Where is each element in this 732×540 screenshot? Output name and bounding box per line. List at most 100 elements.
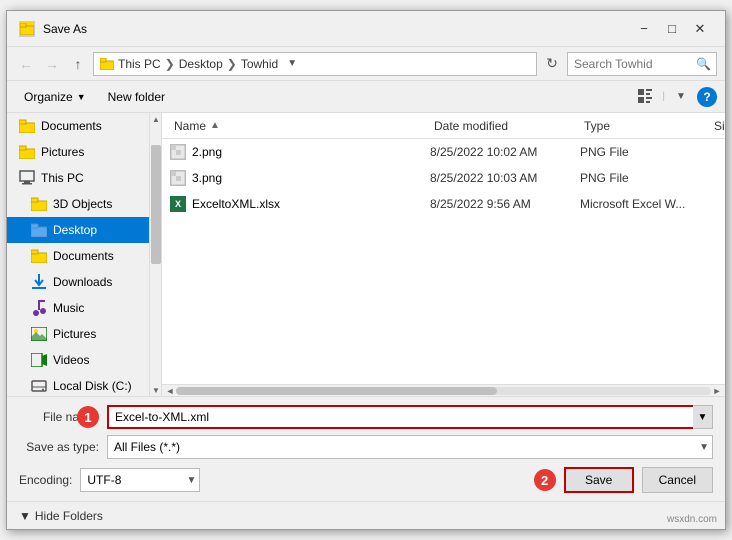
badge-1: 1 bbox=[77, 406, 99, 428]
organize-button[interactable]: Organize ▼ bbox=[15, 86, 95, 108]
video-icon bbox=[31, 352, 47, 368]
nav-bar: ← → ↑ This PC ❯ Desktop ❯ Towhid ▼ ↻ 🔍 bbox=[7, 47, 725, 81]
hide-folders-label: Hide Folders bbox=[35, 509, 103, 523]
drive-icon bbox=[31, 378, 47, 394]
scroll-thumb[interactable] bbox=[151, 145, 161, 264]
pictures-icon bbox=[31, 326, 47, 342]
file-name: 2.png bbox=[170, 144, 430, 160]
encoding-label: Encoding: bbox=[19, 473, 72, 487]
sidebar-item-thispc[interactable]: This PC bbox=[7, 165, 149, 191]
scroll-right-button[interactable]: ► bbox=[711, 385, 723, 397]
table-row[interactable]: 3.png 8/25/2022 10:03 AM PNG File bbox=[162, 165, 725, 191]
filename-input[interactable] bbox=[107, 405, 713, 429]
file-list-header: Name ▲ Date modified Type Size bbox=[162, 113, 725, 139]
file-name: 3.png bbox=[170, 170, 430, 186]
close-button[interactable]: ✕ bbox=[687, 19, 713, 39]
sidebar-item-desktop[interactable]: Desktop bbox=[7, 217, 149, 243]
png-file-icon bbox=[170, 144, 186, 160]
breadcrumb-towhid[interactable]: Towhid bbox=[241, 57, 278, 71]
scrollbar-track[interactable] bbox=[176, 387, 711, 395]
sidebar-item-pictures2[interactable]: Pictures bbox=[7, 321, 149, 347]
watermark: wsxdn.com bbox=[667, 514, 717, 525]
cancel-button[interactable]: Cancel bbox=[642, 467, 713, 493]
sidebar-item-documents[interactable]: Documents bbox=[7, 113, 149, 139]
file-date: 8/25/2022 10:02 AM bbox=[430, 145, 580, 159]
toolbar: Organize ▼ New folder | ▼ ? bbox=[7, 81, 725, 113]
maximize-button[interactable]: □ bbox=[659, 19, 685, 39]
file-date: 8/25/2022 10:03 AM bbox=[430, 171, 580, 185]
sidebar-item-music[interactable]: Music bbox=[7, 295, 149, 321]
sidebar-label: 3D Objects bbox=[53, 197, 112, 211]
scroll-down-button[interactable]: ▼ bbox=[150, 384, 162, 396]
sidebar-label: Music bbox=[53, 301, 84, 315]
view-dropdown-button[interactable]: ▼ bbox=[669, 85, 693, 109]
hide-folders-button[interactable]: ▼ Hide Folders bbox=[19, 509, 103, 523]
title-bar-left: Save As bbox=[19, 21, 87, 37]
help-button[interactable]: ? bbox=[697, 87, 717, 107]
music-icon bbox=[31, 300, 47, 316]
sidebar-container: Documents Pictures bbox=[7, 113, 162, 396]
sidebar-label: Downloads bbox=[53, 275, 112, 289]
main-content: Documents Pictures bbox=[7, 113, 725, 396]
toolbar-right: | ▼ ? bbox=[634, 85, 717, 109]
download-icon bbox=[31, 274, 47, 290]
scroll-left-button[interactable]: ◄ bbox=[164, 385, 176, 397]
sidebar-item-documents2[interactable]: Documents bbox=[7, 243, 149, 269]
encoding-select-wrapper: UTF-8 ▼ bbox=[80, 468, 200, 492]
refresh-button[interactable]: ↻ bbox=[541, 53, 563, 75]
minimize-button[interactable]: − bbox=[631, 19, 657, 39]
actions-row: Encoding: UTF-8 ▼ 2 Save Cancel bbox=[19, 467, 713, 493]
breadcrumb-desktop[interactable]: Desktop bbox=[179, 57, 223, 71]
table-row[interactable]: X ExceltoXML.xlsx 8/25/2022 9:56 AM Micr… bbox=[162, 191, 725, 217]
sidebar-label: Pictures bbox=[53, 327, 96, 341]
column-header-type[interactable]: Type bbox=[580, 119, 710, 133]
view-separator: | bbox=[662, 91, 665, 102]
up-button[interactable]: ↑ bbox=[67, 53, 89, 75]
filename-dropdown-button[interactable]: ▼ bbox=[693, 405, 713, 429]
savetype-select-wrapper: All Files (*.*) ▼ bbox=[107, 435, 713, 459]
column-header-size[interactable]: Size bbox=[710, 119, 725, 133]
save-button[interactable]: Save bbox=[564, 467, 634, 493]
savetype-select[interactable]: All Files (*.*) bbox=[107, 435, 713, 459]
search-input[interactable] bbox=[567, 52, 717, 76]
file-date: 8/25/2022 9:56 AM bbox=[430, 197, 580, 211]
forward-button[interactable]: → bbox=[41, 53, 63, 75]
filename-input-wrapper: ▼ 1 bbox=[107, 405, 713, 429]
breadcrumb-thispc[interactable]: This PC bbox=[118, 57, 161, 71]
sidebar-label: Documents bbox=[41, 119, 102, 133]
sort-icon: ▲ bbox=[210, 120, 220, 131]
back-button[interactable]: ← bbox=[15, 53, 37, 75]
sidebar-item-3dobjects[interactable]: 3D Objects bbox=[7, 191, 149, 217]
file-list: 2.png 8/25/2022 10:02 AM PNG File bbox=[162, 139, 725, 384]
dialog-title: Save As bbox=[43, 22, 87, 36]
folder-icon bbox=[31, 248, 47, 264]
bottom-section: File name: ▼ 1 Save as type: All Files (… bbox=[7, 396, 725, 501]
sidebar-item-localdisk[interactable]: Local Disk (C:) bbox=[7, 373, 149, 396]
column-header-name[interactable]: Name ▲ bbox=[170, 119, 430, 133]
new-folder-button[interactable]: New folder bbox=[99, 86, 174, 108]
view-button[interactable] bbox=[634, 85, 658, 109]
sidebar-label: Local Disk (C:) bbox=[53, 379, 132, 393]
address-bar[interactable]: This PC ❯ Desktop ❯ Towhid ▼ bbox=[93, 52, 537, 76]
sidebar-item-downloads[interactable]: Downloads bbox=[7, 269, 149, 295]
sidebar-scrollbar[interactable]: ▲ ▼ bbox=[149, 113, 161, 396]
sidebar: Documents Pictures bbox=[7, 113, 149, 396]
sidebar-label: Desktop bbox=[53, 223, 97, 237]
folder-icon bbox=[19, 118, 35, 134]
sidebar-label: Documents bbox=[53, 249, 114, 263]
breadcrumb: This PC ❯ Desktop ❯ Towhid bbox=[118, 57, 278, 71]
organize-label: Organize bbox=[24, 90, 73, 104]
table-row[interactable]: 2.png 8/25/2022 10:02 AM PNG File bbox=[162, 139, 725, 165]
scroll-up-button[interactable]: ▲ bbox=[150, 113, 162, 125]
column-header-date[interactable]: Date modified bbox=[430, 119, 580, 133]
scrollbar-thumb[interactable] bbox=[176, 387, 497, 395]
horizontal-scrollbar[interactable]: ◄ ► bbox=[162, 384, 725, 396]
excel-file-icon: X bbox=[170, 196, 186, 212]
sidebar-label: This PC bbox=[41, 171, 84, 185]
sidebar-item-videos[interactable]: Videos bbox=[7, 347, 149, 373]
chevron-icon: ▼ bbox=[19, 509, 31, 523]
sidebar-item-pictures[interactable]: Pictures bbox=[7, 139, 149, 165]
address-dropdown-button[interactable]: ▼ bbox=[282, 53, 302, 75]
pc-icon bbox=[19, 170, 35, 186]
encoding-select[interactable]: UTF-8 bbox=[80, 468, 200, 492]
